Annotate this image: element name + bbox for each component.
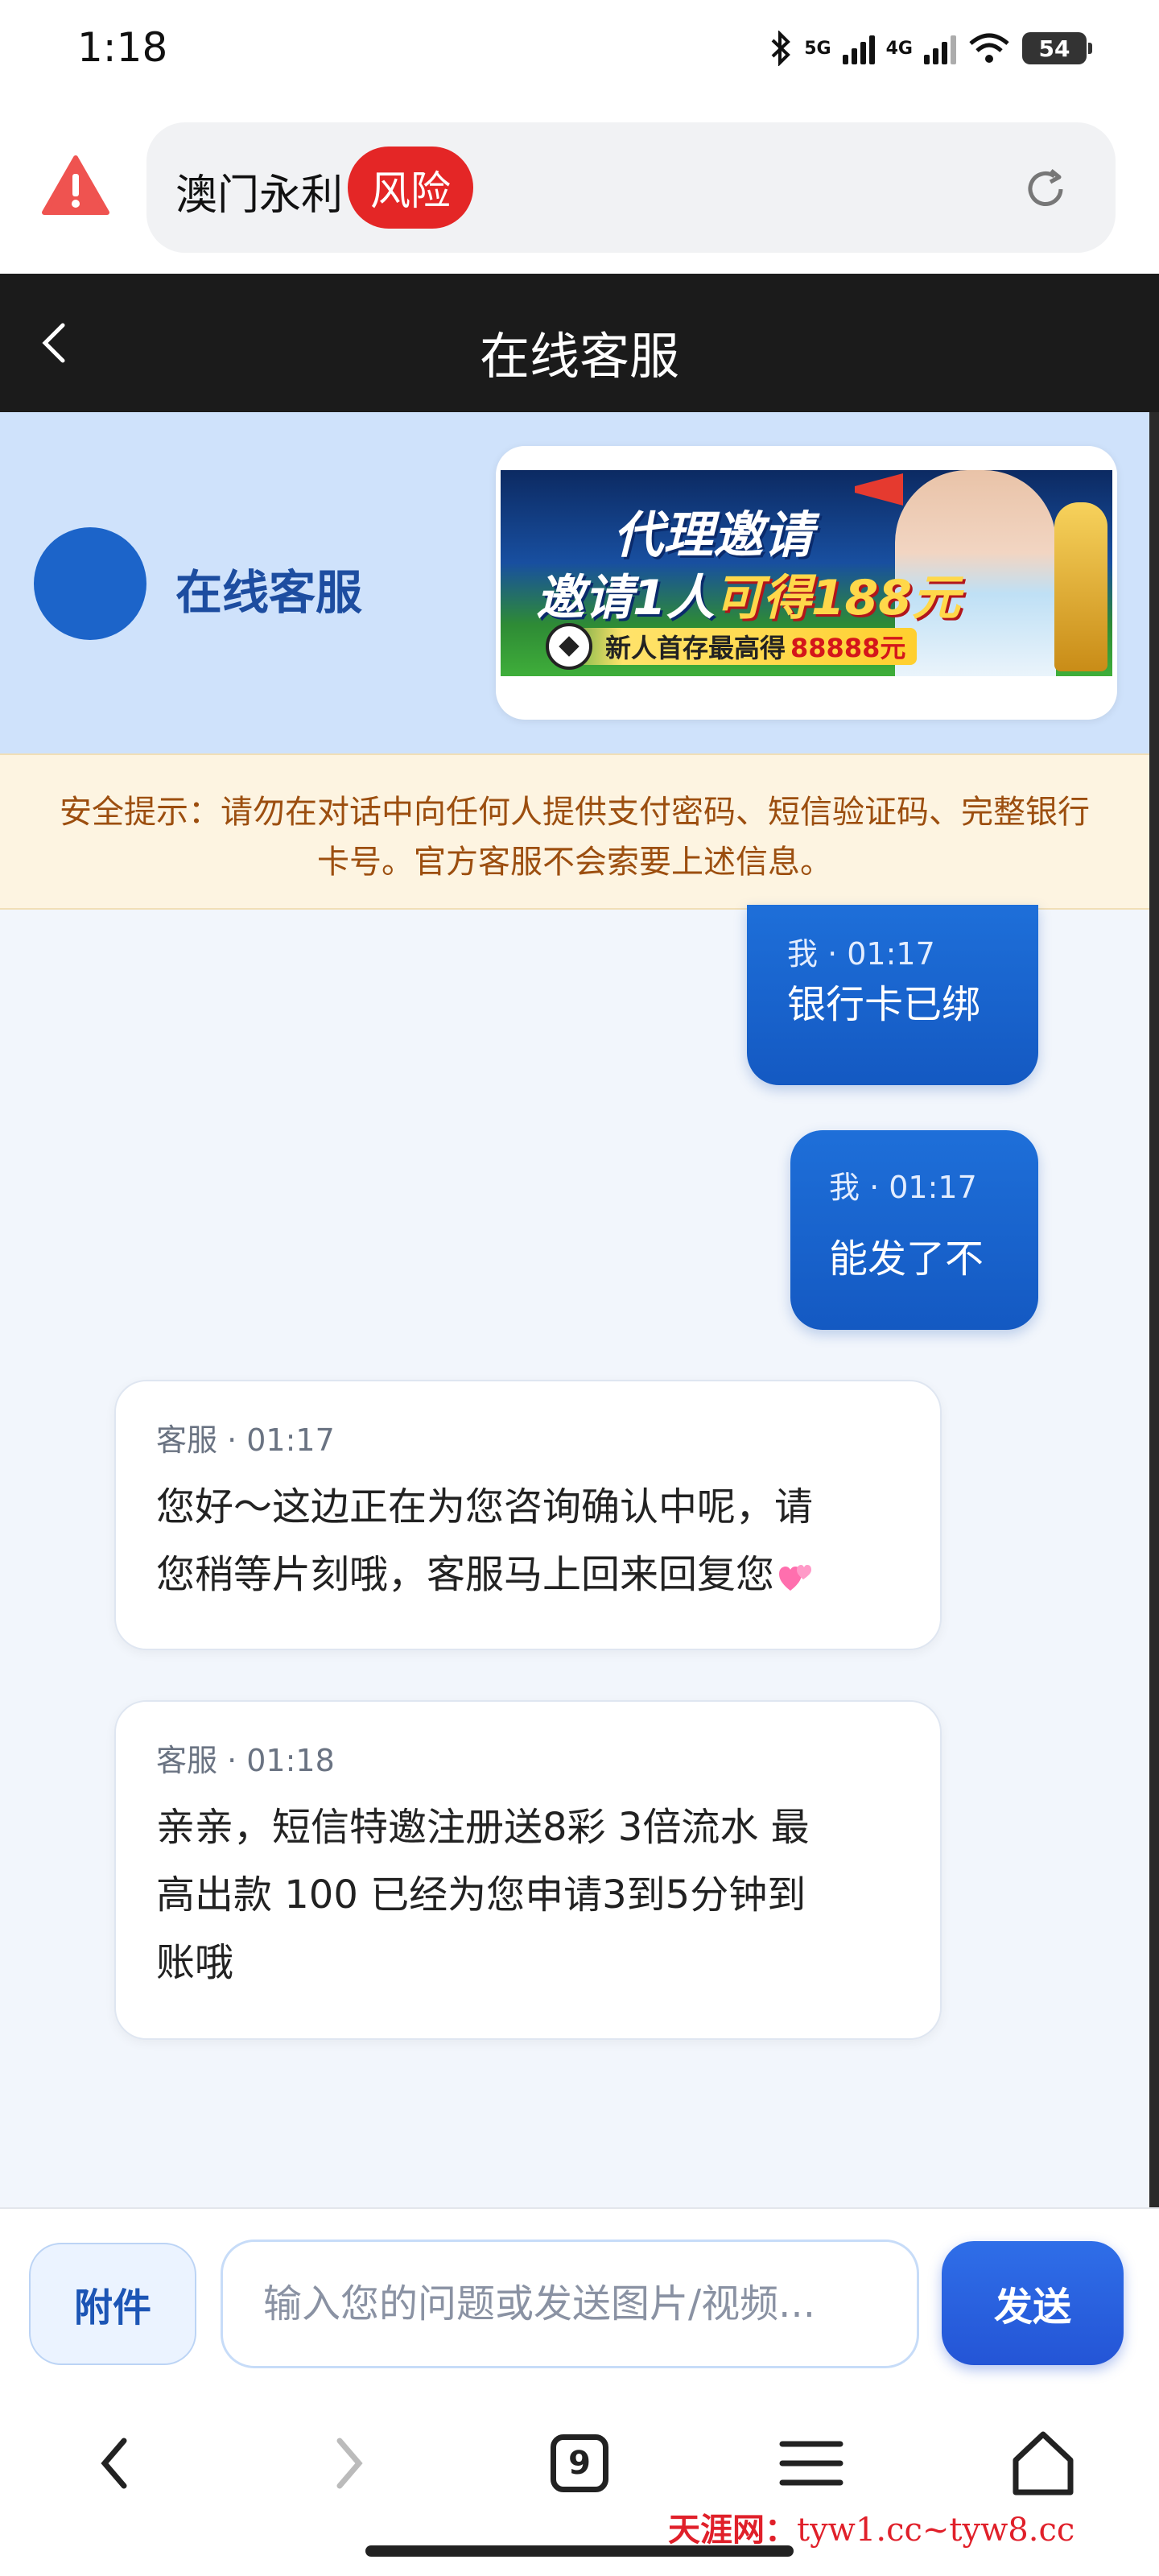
safety-notice: 安全提示：请勿在对话中向任何人提供支付密码、短信验证码、完整银行卡号。官方客服不… [0,753,1149,910]
battery-indicator: 54 [1022,32,1092,64]
message-meta: 我 · 01:17 [829,1170,977,1205]
network-5g-label: 5G [804,38,831,59]
tab-count: 9 [551,2434,608,2492]
message-text: 亲亲，短信特邀注册送8彩 3倍流水 最 高出款 100 已经为您申请3到5分钟到… [156,1805,810,1985]
message-bubble-me: 我 · 01:17 能发了不 [790,1130,1038,1330]
avatar [34,527,146,640]
page-title: 在线客服 [479,327,679,386]
message-input-bar: 附件 发送 [0,2207,1159,2391]
page-title-bar: 在线客服 [0,274,1159,412]
network-4g-label: 4G [885,38,913,59]
status-bar: 1:18 5G 4G 54 [0,0,1159,105]
risk-badge: 风险 [348,147,473,229]
reload-icon[interactable] [1022,166,1069,213]
attach-button[interactable]: 附件 [29,2243,196,2365]
site-name: 澳门永利 [175,171,344,220]
two-hearts-icon [779,1565,812,1591]
browser-nav-bar: 9 天涯网：tyw1.cc~tyw8.cc [0,2391,1159,2576]
message-bubble-agent: 客服 · 01:17 您好～这边正在为您咨询确认中呢，请 您稍等片刻哦，客服马上… [114,1380,942,1650]
promo-banner-image: 代理邀请 邀请1人可得188元 新人首存最高得 88888元 [501,470,1112,676]
agent-header: 在线客服 代理邀请 邀请1人可得188元 新人首存最高得 88888元 [0,412,1149,753]
battery-level: 54 [1038,35,1070,62]
menu-icon[interactable] [771,2423,852,2504]
forward-icon[interactable] [307,2423,388,2504]
message-text: 银行卡已绑 [787,982,981,1027]
message-bubble-me: 我 · 01:17 银行卡已绑 [747,905,1038,1085]
message-text: 您好～这边正在为您咨询确认中呢，请 您稍等片刻哦，客服马上回来回复您 [156,1484,814,1597]
banner-deposit-offer: 新人首存最高得 88888元 [549,628,918,665]
message-bubble-agent: 客服 · 01:18 亲亲，短信特邀注册送8彩 3倍流水 最 高出款 100 已… [114,1700,942,2040]
scrollbar[interactable] [1149,412,1159,2207]
watermark: 天涯网：tyw1.cc~tyw8.cc [668,2511,1075,2549]
banner-headline: 代理邀请 [613,506,814,564]
signal-bars-icon [924,32,956,64]
home-indicator[interactable] [365,2545,794,2557]
signal-bars-icon [842,32,875,64]
promo-banner[interactable]: 代理邀请 邀请1人可得188元 新人首存最高得 88888元 [496,446,1117,720]
browser-address-bar: 澳门永利 风险 [0,105,1159,274]
bluetooth-icon [771,31,791,66]
tabs-icon[interactable]: 9 [539,2423,620,2504]
status-time: 1:18 [77,24,168,71]
home-icon[interactable] [1003,2423,1083,2504]
agent-name: 在线客服 [175,565,363,620]
warning-triangle-icon[interactable] [42,155,109,216]
message-input[interactable] [221,2240,919,2368]
back-icon[interactable] [76,2423,156,2504]
status-icons: 5G 4G 54 [769,24,1092,72]
wifi-icon [969,33,1009,63]
send-button[interactable]: 发送 [942,2241,1124,2365]
message-meta: 客服 · 01:18 [156,1743,335,1778]
soccer-ball-icon [546,623,592,670]
message-meta: 客服 · 01:17 [156,1422,335,1458]
banner-subline: 邀请1人可得188元 [536,570,960,626]
megaphone-icon [855,473,903,506]
message-meta: 我 · 01:17 [787,936,935,972]
message-text: 能发了不 [829,1236,984,1282]
chat-area[interactable]: 我 · 01:17 银行卡已绑 我 · 01:17 能发了不 客服 · 01:1… [0,905,1149,2207]
trophy-icon [1054,502,1107,671]
url-field[interactable]: 澳门永利 风险 [146,122,1116,253]
